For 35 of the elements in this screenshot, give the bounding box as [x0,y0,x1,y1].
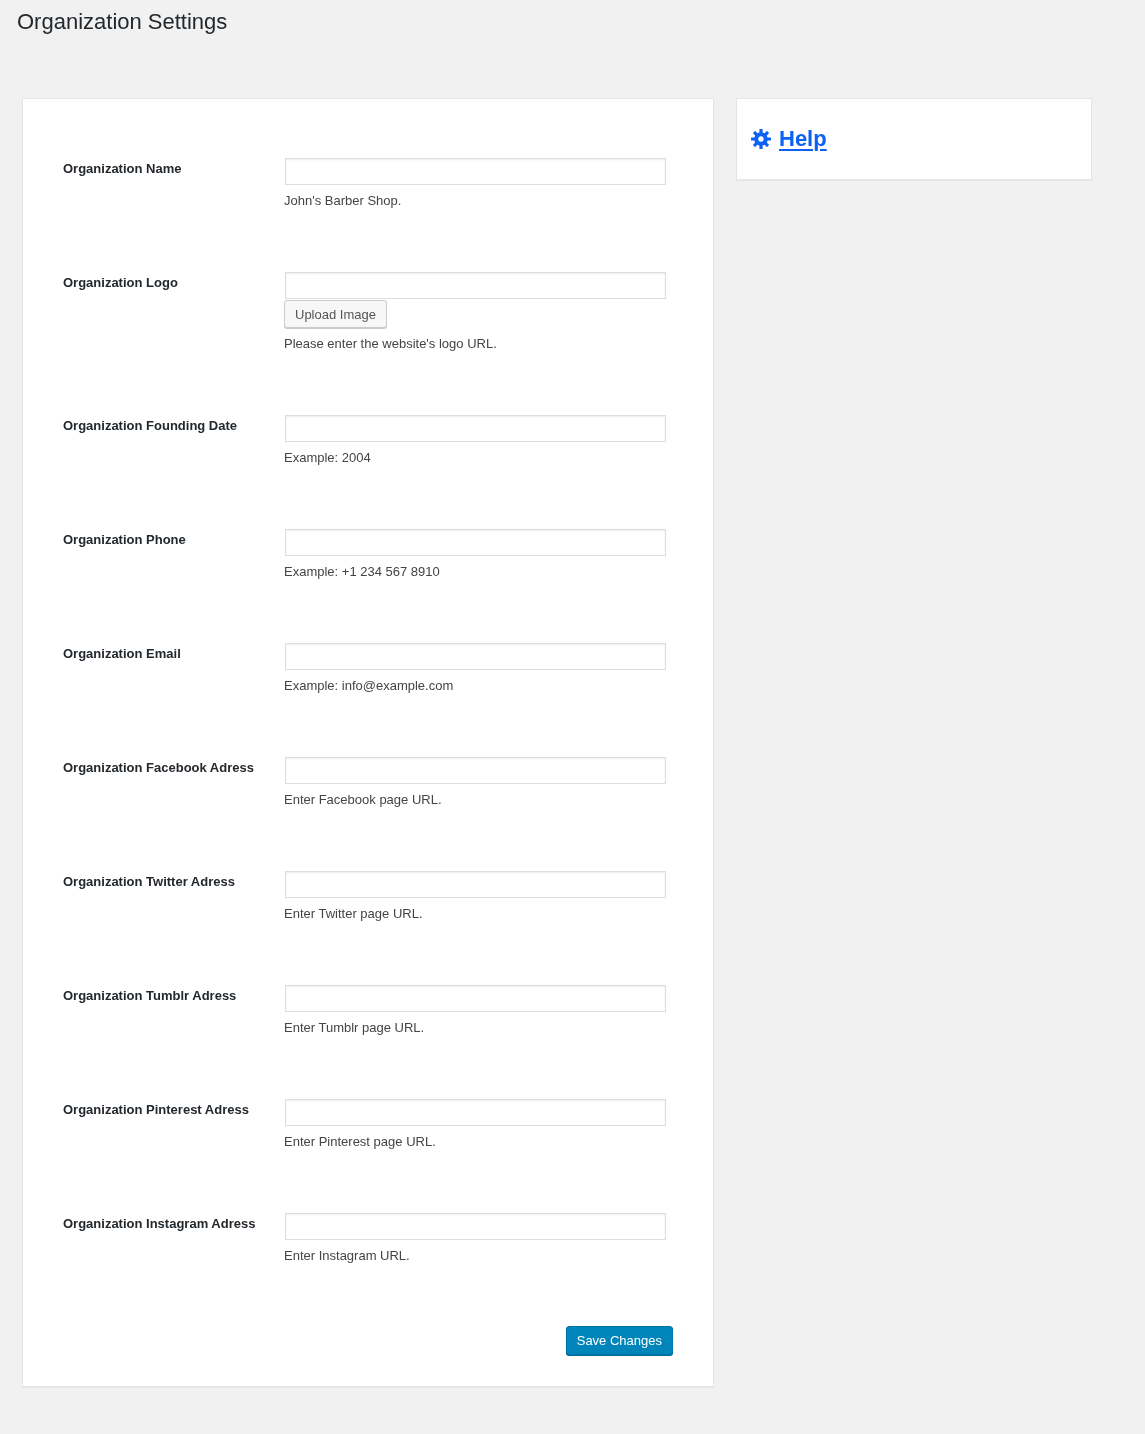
input-field[interactable] [285,272,666,299]
field-label: Organization Name [63,160,183,178]
field-label: Organization Facebook Adress [63,759,255,777]
field-description: Enter Tumblr page URL. [284,1019,425,1037]
save-changes-button[interactable]: Save Changes [565,1326,673,1355]
field-description: Example: +1 234 567 8910 [284,563,440,581]
page-title: Organization Settings [17,8,228,36]
field-label: Organization Pinterest Adress [63,1101,250,1119]
field-description: Enter Twitter page URL. [284,905,423,923]
input-field[interactable] [285,643,666,670]
field-label: Organization Founding Date [63,417,239,435]
input-field[interactable] [285,1099,666,1126]
field-description: John's Barber Shop. [284,192,402,210]
input-field[interactable] [285,415,666,442]
input-field[interactable] [285,1213,666,1240]
field-label: Organization Instagram Adress [63,1215,257,1233]
field-label: Organization Email [63,645,182,663]
input-field[interactable] [285,757,666,784]
field-description: Example: 2004 [284,449,371,467]
help-link[interactable]: Help [779,126,827,152]
input-field[interactable] [285,529,666,556]
field-label: Organization Logo [63,274,179,292]
field-description: Enter Facebook page URL. [284,791,442,809]
field-description: Example: info@example.com [284,677,454,695]
field-description: Please enter the website's logo URL. [284,335,497,353]
upload-image-button[interactable]: Upload Image [284,300,387,328]
field-description: Enter Pinterest page URL. [284,1133,436,1151]
field-label: Organization Tumblr Adress [63,987,238,1005]
input-field[interactable] [285,871,666,898]
input-field[interactable] [285,985,666,1012]
field-label: Organization Twitter Adress [63,873,236,891]
field-label: Organization Phone [63,531,187,549]
input-field[interactable] [285,158,666,185]
gear-icon [751,129,771,149]
field-description: Enter Instagram URL. [284,1247,410,1265]
